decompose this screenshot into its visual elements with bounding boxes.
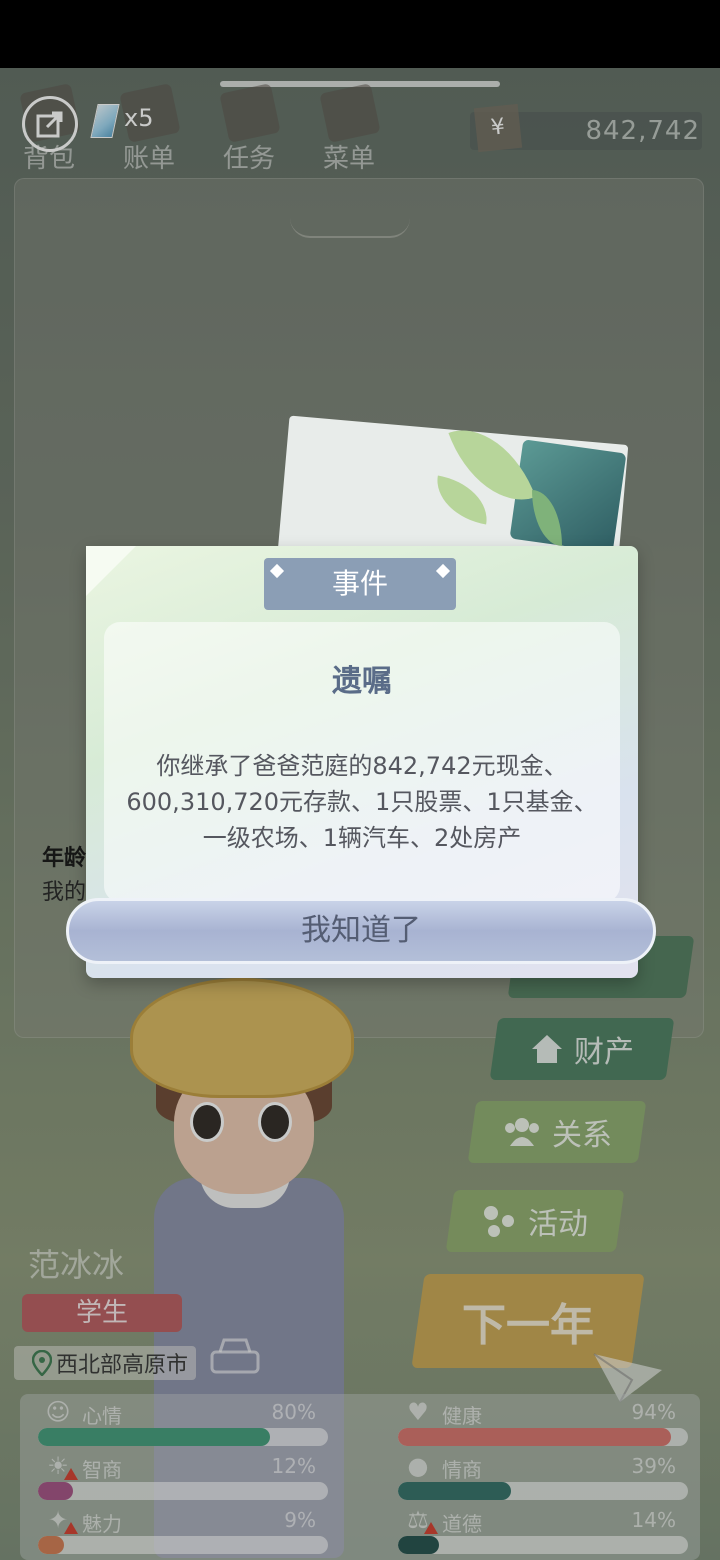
event-dialog-layer: 事件 遗嘱 你继承了爸爸范庭的842,742元现金、600,310,720元存款… (0, 68, 720, 1560)
status-bar (0, 0, 720, 68)
game-screen: 背包 账单 任务 菜单 x5 ¥ 842,742 年龄 我的 财产 关系 活动 … (0, 68, 720, 1560)
page-fold (86, 546, 136, 596)
event-heading: 遗嘱 (332, 664, 392, 699)
event-body: 你继承了爸爸范庭的842,742元现金、600,310,720元存款、1只股票、… (126, 752, 598, 852)
confirm-button[interactable]: 我知道了 (66, 898, 656, 964)
event-tab-title: 事件 (264, 558, 456, 610)
